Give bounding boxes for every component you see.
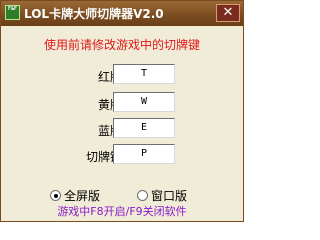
instruction-text: 使用前请修改游戏中的切牌键 — [43, 38, 200, 52]
window-mode-label: 窗口版 — [151, 189, 188, 203]
close-button[interactable]: ✕ — [216, 4, 240, 22]
fullscreen-mode-label: 全屏版 — [64, 189, 101, 203]
blue-card-key-input[interactable]: E — [113, 118, 175, 138]
close-icon: ✕ — [222, 5, 234, 20]
radio-selected-icon — [50, 190, 61, 201]
window-mode-radio[interactable]: 窗口版 — [137, 187, 187, 204]
yellow-card-key-input[interactable]: W — [113, 92, 175, 112]
app-icon-text: F&F — [7, 6, 18, 12]
footer-hint: 游戏中F8开启/F9关闭软件 — [57, 205, 187, 218]
window-title: LOL卡牌大师切牌器V2.0 — [24, 7, 164, 21]
fullscreen-mode-radio[interactable]: 全屏版 — [50, 187, 100, 204]
app-icon: F&F — [5, 5, 20, 20]
red-card-key-input[interactable]: T — [113, 64, 175, 84]
switch-card-key-input[interactable]: P — [113, 144, 175, 164]
title-bar[interactable]: F&F LOL卡牌大师切牌器V2.0 ✕ — [1, 1, 243, 26]
radio-unselected-icon — [137, 190, 148, 201]
